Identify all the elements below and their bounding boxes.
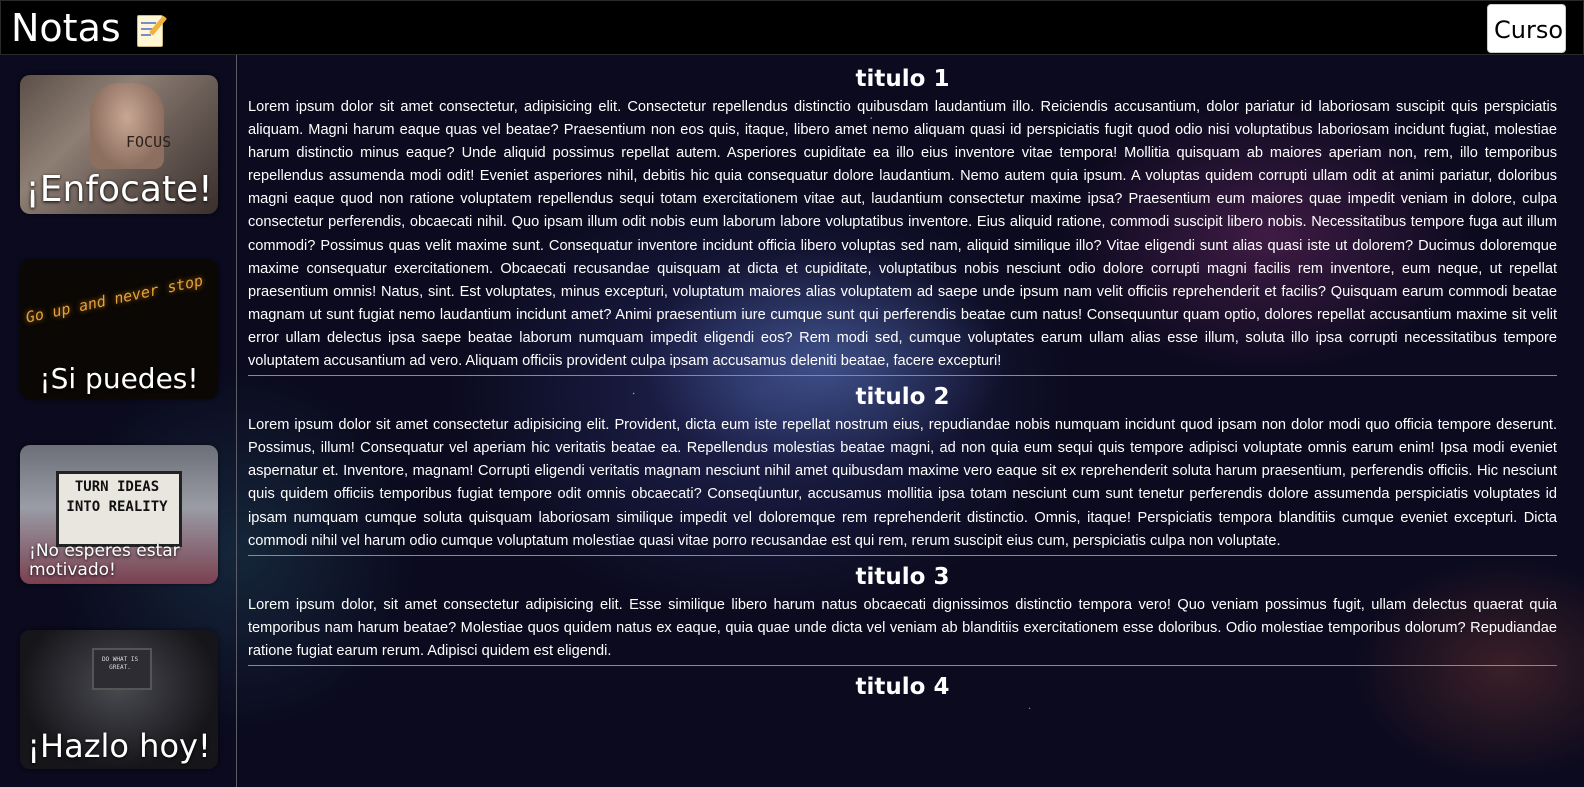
- note-title: titulo 4: [855, 673, 950, 700]
- card-caption: ¡Enfocate!: [25, 169, 213, 210]
- note-item: titulo 1 Lorem ipsum dolor sit amet cons…: [248, 64, 1557, 377]
- card-image-text: TURN IDEAS INTO REALITY: [66, 479, 168, 515]
- sidebar-card-enfocate[interactable]: FOCUS ¡Enfocate!: [20, 75, 218, 214]
- card-caption: ¡Hazlo hoy!: [27, 727, 211, 765]
- course-button[interactable]: Curso: [1487, 4, 1566, 53]
- note-body: Lorem ipsum dolor, sit amet consectetur …: [248, 596, 1557, 659]
- note-body: Lorem ipsum dolor sit amet consectetur, …: [248, 99, 1557, 370]
- fist-photo: [90, 83, 164, 169]
- app-title: Notas: [11, 6, 121, 50]
- card-caption: ¡No esperes estar motivado!: [29, 541, 180, 580]
- sidebar-card-hazlo-hoy[interactable]: DO WHAT IS GREAT. ¡Hazlo hoy!: [20, 630, 218, 769]
- sidebar-card-no-esperes[interactable]: TURN IDEAS INTO REALITY ¡No esperes esta…: [20, 445, 218, 584]
- app-brand[interactable]: Notas: [11, 5, 167, 51]
- note-title: titulo 1: [855, 66, 950, 92]
- card-image-text: FOCUS: [126, 133, 172, 151]
- card-image-text: DO WHAT IS GREAT.: [101, 656, 139, 671]
- note-item: titulo 3 Lorem ipsum dolor, sit amet con…: [248, 562, 1557, 666]
- card-caption: ¡Si puedes!: [39, 362, 199, 395]
- sidebar-card-si-puedes[interactable]: Go up and never stop ¡Si puedes!: [20, 260, 218, 399]
- note-title: titulo 3: [855, 563, 950, 590]
- memo-icon: [135, 13, 167, 49]
- note-item: titulo 2 Lorem ipsum dolor sit amet cons…: [248, 382, 1557, 556]
- top-navbar: Notas Curso: [0, 0, 1584, 55]
- sidebar: FOCUS ¡Enfocate! Go up and never stop ¡S…: [0, 55, 237, 787]
- note-title: titulo 2: [855, 384, 950, 411]
- notes-content: titulo 1 Lorem ipsum dolor sit amet cons…: [248, 62, 1557, 787]
- note-body: Lorem ipsum dolor sit amet consectetur a…: [248, 417, 1557, 549]
- note-item: titulo 4: [248, 672, 1557, 706]
